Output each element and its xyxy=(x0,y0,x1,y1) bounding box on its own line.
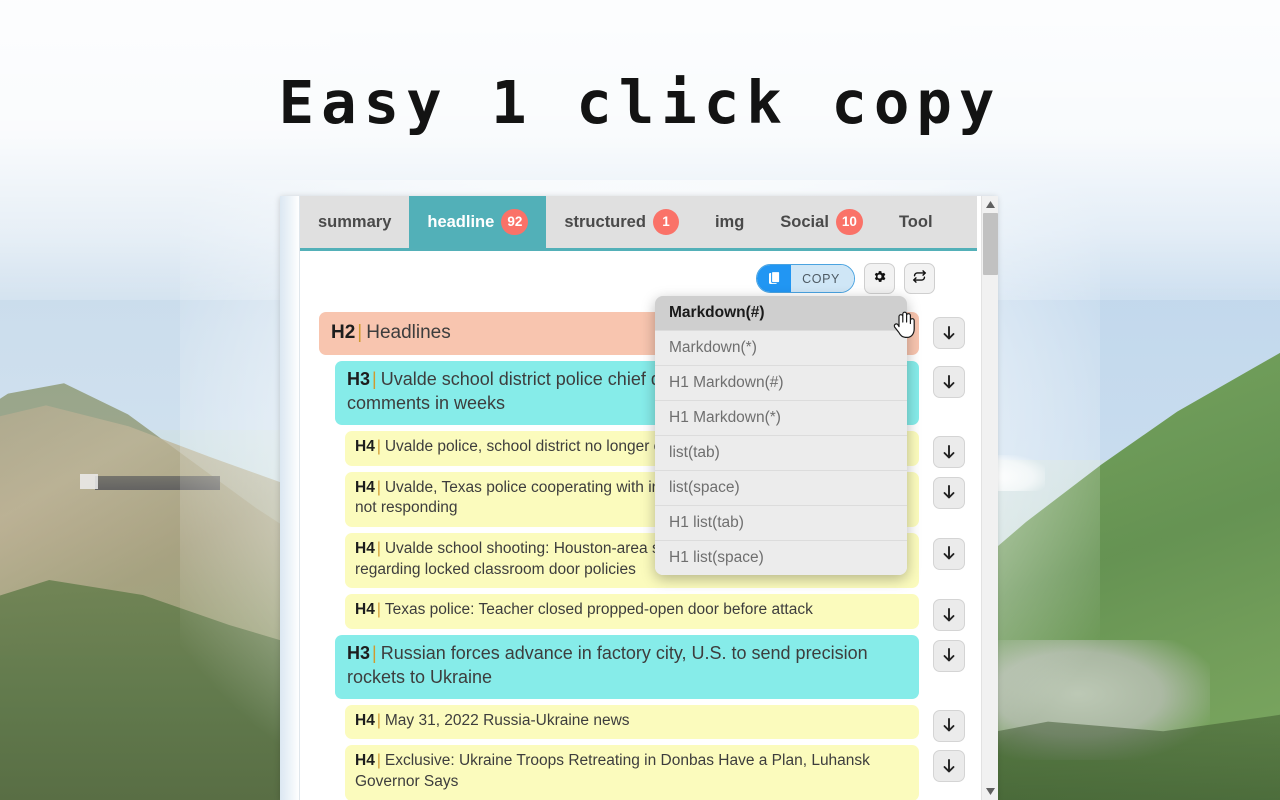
bg-mountain-hut-annex xyxy=(80,474,98,489)
separator: | xyxy=(376,539,381,557)
gear-icon xyxy=(872,269,887,289)
dropdown-item-h1-list-space[interactable]: H1 list(space) xyxy=(655,541,907,575)
copy-format-dropdown[interactable]: Markdown(#) Markdown(*) H1 Markdown(#) H… xyxy=(655,296,907,575)
headline-chip: H4 | Exclusive: Ukraine Troops Retreating … xyxy=(345,745,919,800)
tab-structured-badge: 1 xyxy=(652,209,679,235)
separator: | xyxy=(357,322,363,343)
headline-chip: H3 | Russian forces advance in factory cit… xyxy=(335,634,919,699)
separator: | xyxy=(376,601,381,619)
refresh-button[interactable] xyxy=(904,263,935,294)
download-button[interactable] xyxy=(933,476,965,509)
tab-summary-label: summary xyxy=(318,212,392,231)
headline-row[interactable]: H4 | Texas police: Teacher closed propped-… xyxy=(300,594,977,632)
headline-row[interactable]: H3 | Russian forces advance in factory cit… xyxy=(300,634,977,699)
settings-button[interactable] xyxy=(864,263,895,294)
heading-text: Exclusive: Ukraine Troops Retreating in … xyxy=(355,752,870,790)
tab-img[interactable]: img xyxy=(697,196,762,248)
tab-structured[interactable]: structured 1 xyxy=(546,196,697,248)
heading-level: H4 xyxy=(355,478,375,496)
dropdown-item-markdown-star[interactable]: Markdown(*) xyxy=(655,331,907,366)
heading-text: Headlines xyxy=(366,322,451,343)
separator: | xyxy=(376,438,381,456)
scroll-down-arrow-icon[interactable] xyxy=(982,783,999,800)
separator: | xyxy=(372,369,377,390)
tab-social[interactable]: Social 10 xyxy=(762,196,881,248)
action-toolbar: COPY xyxy=(756,263,935,294)
headline-chip: H4 | Texas police: Teacher closed propped-… xyxy=(345,594,919,629)
headline-row[interactable]: H4 | Exclusive: Ukraine Troops Retreating … xyxy=(300,745,977,800)
separator: | xyxy=(376,752,381,770)
dropdown-item-h1-markdown-star[interactable]: H1 Markdown(*) xyxy=(655,401,907,436)
tab-summary[interactable]: summary xyxy=(300,196,409,248)
tab-structured-label: structured xyxy=(564,212,646,231)
separator: | xyxy=(376,711,381,729)
tab-bar: summary headline 92 structured 1 img Soc… xyxy=(300,196,977,251)
heading-level: H4 xyxy=(355,711,375,729)
separator: | xyxy=(372,642,377,663)
download-button[interactable] xyxy=(933,537,965,570)
tab-headline-badge: 92 xyxy=(501,209,529,235)
heading-level: H4 xyxy=(355,601,375,619)
scrollbar-thumb[interactable] xyxy=(983,213,998,275)
dropdown-item-h1-markdown-hash[interactable]: H1 Markdown(#) xyxy=(655,366,907,401)
dropdown-item-markdown-hash[interactable]: Markdown(#) xyxy=(655,296,907,331)
tab-tool[interactable]: Tool xyxy=(881,196,951,248)
heading-level: H4 xyxy=(355,438,375,456)
dropdown-item-list-space[interactable]: list(space) xyxy=(655,471,907,506)
download-button[interactable] xyxy=(933,750,965,783)
download-button[interactable] xyxy=(933,599,965,632)
heading-level: H4 xyxy=(355,752,375,770)
screenshot-root: Easy 1 click copy summary headline 92 st… xyxy=(0,0,1280,800)
page-title: Easy 1 click copy xyxy=(278,68,1002,137)
clipboard-icon xyxy=(757,265,792,292)
heading-level: H2 xyxy=(331,322,356,343)
heading-text: Texas police: Teacher closed propped-ope… xyxy=(384,601,813,619)
copy-button[interactable]: COPY xyxy=(756,264,855,293)
dropdown-item-h1-list-tab[interactable]: H1 list(tab) xyxy=(655,506,907,541)
heading-level: H3 xyxy=(347,642,371,663)
tab-img-label: img xyxy=(714,212,745,231)
heading-level: H4 xyxy=(355,539,375,557)
refresh-icon xyxy=(911,268,928,290)
tab-headline-label: headline xyxy=(427,212,495,231)
tab-tool-label: Tool xyxy=(898,212,933,231)
window-scrollbar[interactable] xyxy=(981,196,998,800)
download-button[interactable] xyxy=(933,709,965,742)
heading-text: May 31, 2022 Russia-Ukraine news xyxy=(384,711,630,729)
window-left-gutter xyxy=(280,196,300,800)
copy-button-label: COPY xyxy=(791,265,854,292)
tab-social-label: Social xyxy=(780,212,829,231)
download-button[interactable] xyxy=(933,436,965,469)
tab-headline[interactable]: headline 92 xyxy=(409,196,547,248)
separator: | xyxy=(376,478,381,496)
heading-level: H3 xyxy=(347,369,371,390)
scroll-up-arrow-icon[interactable] xyxy=(982,196,999,213)
headline-chip: H4 | May 31, 2022 Russia-Ukraine news xyxy=(345,704,919,740)
dropdown-item-list-tab[interactable]: list(tab) xyxy=(655,436,907,471)
download-button[interactable] xyxy=(933,317,965,349)
download-button[interactable] xyxy=(933,366,965,399)
heading-text: Russian forces advance in factory city, … xyxy=(347,642,868,687)
tab-social-badge: 10 xyxy=(835,209,863,235)
headline-row[interactable]: H4 | May 31, 2022 Russia-Ukraine news xyxy=(300,704,977,742)
download-button[interactable] xyxy=(933,639,965,672)
